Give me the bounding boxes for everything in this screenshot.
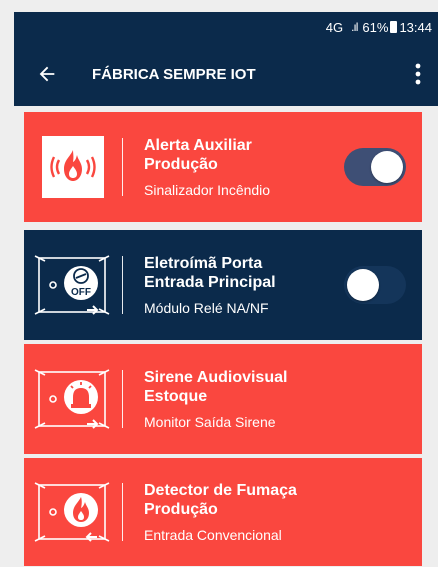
device-title-line2: Produção <box>144 501 218 518</box>
relay-module-off-icon: OFF <box>34 255 110 315</box>
device-title-line1: Sirene Audiovisual <box>144 369 288 386</box>
device-card-sirene-audiovisual[interactable]: Sirene Audiovisual Estoque Monitor Saída… <box>24 344 422 454</box>
battery-level: 61% <box>362 19 389 35</box>
network-type: 4G <box>325 19 344 35</box>
back-button[interactable] <box>14 63 80 85</box>
smoke-detector-input-icon <box>34 482 110 542</box>
signal-icon: .ıl <box>351 20 358 34</box>
device-title-line2: Estoque <box>144 388 208 405</box>
siren-monitor-icon <box>34 369 110 429</box>
device-toggle[interactable] <box>344 266 406 304</box>
status-bar: 4G .ıl 61% 13:44 <box>14 12 438 42</box>
more-vert-icon <box>415 63 421 85</box>
clock: 13:44 <box>399 19 432 35</box>
device-card-alerta-auxiliar[interactable]: Alerta Auxiliar Produção Sinalizador Inc… <box>24 112 422 222</box>
toggle-knob <box>347 269 379 301</box>
page-title: FÁBRICA SEMPRE IOT <box>92 65 256 83</box>
device-card-eletroima-porta[interactable]: OFF Eletroímã Porta Entrada Principal Mó… <box>24 230 422 340</box>
arrow-back-icon <box>39 66 55 82</box>
device-title-line1: Detector de Fumaça <box>144 482 297 499</box>
device-subtitle: Monitor Saída Sirene <box>144 414 276 430</box>
svg-text:OFF: OFF <box>71 287 91 298</box>
device-card-detector-fumaca[interactable]: Detector de Fumaça Produção Entrada Conv… <box>24 458 422 566</box>
device-subtitle: Entrada Convencional <box>144 527 282 543</box>
app-bar: FÁBRICA SEMPRE IOT <box>14 42 438 106</box>
more-options-button[interactable] <box>398 63 438 85</box>
fire-alarm-icon <box>42 136 104 198</box>
toggle-knob <box>371 151 403 183</box>
battery-icon <box>390 21 398 33</box>
device-toggle[interactable] <box>344 148 406 186</box>
